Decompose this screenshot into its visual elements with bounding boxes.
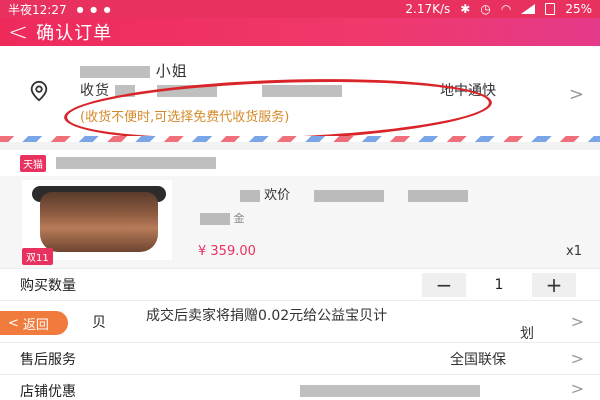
store-discount-row[interactable]: 店铺优惠 > [0, 374, 600, 400]
location-pin-icon [30, 80, 48, 102]
status-bar: 半夜12:27 ● ● ● 2.17K/s ✱ ◷ ◠ 25% [0, 0, 600, 18]
redacted-block [56, 157, 216, 169]
quantity-value[interactable]: 1 [466, 277, 532, 293]
product-spec-text: 金 [233, 212, 245, 225]
chevron-right-icon: > [570, 349, 584, 368]
chevron-right-icon: > [568, 84, 584, 105]
plus-button[interactable]: + [532, 273, 576, 297]
quantity-row: 购买数量 − 1 + [0, 268, 600, 300]
minus-button[interactable]: − [422, 273, 466, 297]
wifi-icon: ◠ [500, 2, 512, 16]
quantity-label: 购买数量 [20, 277, 76, 294]
status-right: 2.17K/s ✱ ◷ ◠ 25% [405, 2, 592, 16]
bluetooth-icon: ✱ [460, 2, 471, 16]
charity-label: 贝 [92, 314, 106, 331]
product-title: 欢价 [240, 184, 469, 203]
tmall-badge: 天猫 [20, 154, 46, 172]
signal-icon [521, 4, 536, 14]
redacted-block [408, 189, 469, 202]
product-item[interactable]: 双11 欢价 金 ¥ 359.00 x1 [0, 176, 600, 268]
network-speed: 2.17K/s [405, 2, 451, 16]
page-title: 确认订单 [36, 23, 113, 44]
section-gap [0, 142, 600, 150]
double11-badge: 双11 [22, 248, 53, 265]
store-discount-value [300, 383, 480, 399]
product-quantity: x1 [566, 244, 582, 259]
recipient-name: 小姐 [80, 60, 188, 81]
alarm-icon: ◷ [480, 2, 491, 16]
shop-row[interactable]: 天猫 [0, 150, 600, 176]
floating-back-label: 返回 [22, 317, 49, 333]
pressure-cooker-body [40, 192, 158, 252]
battery-level: 25% [565, 2, 592, 16]
store-discount-label: 店铺优惠 [20, 384, 76, 400]
recipient-name-text: 小姐 [155, 62, 188, 80]
redacted-block [80, 65, 150, 78]
battery-icon [545, 3, 556, 15]
after-sale-label: 售后服务 [20, 351, 76, 368]
chevron-right-icon: > [570, 379, 584, 398]
address-prefix: 收货 [80, 83, 110, 99]
chevron-left-icon: < [8, 315, 19, 331]
status-time: 半夜12:27 [8, 2, 67, 17]
product-price: ¥ 359.00 [198, 244, 256, 259]
redacted-block [300, 385, 480, 397]
redacted-block [200, 213, 230, 225]
redacted-block [240, 189, 260, 202]
after-sale-row[interactable]: 售后服务 全国联保 > [0, 342, 600, 374]
redacted-block [314, 189, 385, 202]
title-bar: < 确认订单 [0, 18, 600, 46]
product-title-text: 欢价 [264, 188, 291, 203]
chevron-right-icon: > [570, 312, 584, 331]
notification-dots-icon: ● ● ● [76, 4, 113, 14]
after-sale-value: 全国联保 [450, 352, 506, 368]
charity-row[interactable]: 贝 成交后卖家将捐赠0.02元给公益宝贝计 划 > [0, 300, 600, 342]
floating-back-button[interactable]: < 返回 [0, 311, 68, 335]
product-spec: 金 [200, 210, 245, 226]
shop-name [56, 156, 216, 171]
back-chevron-icon[interactable]: < [8, 20, 28, 44]
quantity-stepper[interactable]: − 1 + [422, 273, 576, 297]
charity-text-line1: 成交后卖家将捐赠0.02元给公益宝贝计 [146, 308, 388, 324]
charity-text-line2: 划 [520, 326, 534, 342]
